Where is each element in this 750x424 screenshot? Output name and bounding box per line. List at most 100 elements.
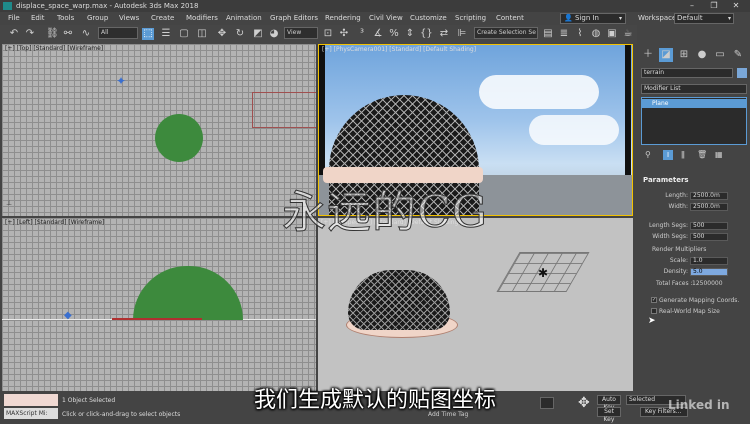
make-unique-icon[interactable]: ǁ	[681, 150, 685, 159]
selection-filter-value: All	[101, 29, 109, 36]
hierarchy-tab-icon[interactable]: ⊞	[677, 48, 691, 62]
menu-rendering[interactable]: Rendering	[325, 12, 361, 25]
chevron-down-icon: ▾	[618, 15, 622, 22]
configure-sets-icon[interactable]: ▦	[715, 150, 723, 159]
reference-coord-dropdown[interactable]: View	[284, 27, 318, 39]
remove-modifier-icon[interactable]: 🗑	[697, 150, 707, 159]
menu-edit[interactable]: Edit	[31, 12, 45, 25]
select-by-name-icon[interactable]: ☰	[160, 28, 172, 40]
sign-in-label: Sign In	[575, 14, 599, 22]
width-spinner[interactable]: 2500.0m	[690, 203, 728, 211]
density-spinner[interactable]: 5.0	[690, 268, 728, 276]
menu-views[interactable]: Views	[119, 12, 139, 25]
curve-editor-icon[interactable]: ⌇	[574, 28, 586, 40]
motion-tab-icon[interactable]: ●	[695, 48, 709, 62]
object-name-field[interactable]: terrain	[641, 68, 733, 78]
snap-toggle-icon[interactable]: ³	[356, 28, 368, 40]
length-segs-spinner[interactable]: 500	[690, 222, 728, 230]
gen-mapping-label: Generate Mapping Coords.	[659, 297, 740, 304]
move-icon[interactable]: ✥	[216, 28, 228, 40]
modifier-list-dropdown[interactable]: Modifier List	[641, 84, 747, 94]
length-spinner[interactable]: 2500.0m	[690, 192, 728, 200]
align-icon[interactable]: ⊫	[456, 28, 468, 40]
real-world-checkbox[interactable]	[651, 308, 657, 314]
real-world-label: Real-World Map Size	[659, 308, 720, 315]
cloud-shape	[529, 115, 619, 145]
width-segs-label: Width Segs:	[652, 233, 688, 240]
rect-select-region-icon[interactable]: ▢	[178, 28, 190, 40]
menu-tools[interactable]: Tools	[57, 12, 74, 25]
modifier-stack: Plane	[641, 97, 747, 145]
link-icon[interactable]: ⛓	[46, 28, 59, 40]
toggle-scene-explorer-icon[interactable]: ▤	[542, 28, 554, 40]
bind-spacewarp-icon[interactable]: ∿	[80, 28, 92, 40]
viewport-perspective[interactable]: [+] [Perspective] [Standard] [Default Sh…	[318, 218, 633, 391]
viewport-label-left[interactable]: [+] [Left] [Standard] [Wireframe]	[5, 219, 104, 226]
menu-customize[interactable]: Customize	[410, 12, 447, 25]
material-editor-icon[interactable]: ◍	[590, 28, 602, 40]
chevron-down-icon: ▾	[727, 15, 731, 22]
menu-graph-editors[interactable]: Graph Editors	[270, 12, 318, 25]
pivot-icon[interactable]: ⊡	[322, 28, 334, 40]
selection-set-dropdown[interactable]: Create Selection Se	[474, 27, 538, 39]
select-object-icon[interactable]: ⬚	[142, 28, 154, 40]
menu-modifiers[interactable]: Modifiers	[186, 12, 218, 25]
viewport-label-top[interactable]: [+] [Top] [Standard] [Wireframe]	[5, 45, 103, 52]
light-icon: ✦	[116, 74, 127, 88]
show-end-result-icon[interactable]: Ⅰ	[663, 150, 673, 160]
video-subtitle: 我们生成默认的贴图坐标	[253, 388, 496, 413]
scale-icon[interactable]: ◩	[252, 28, 264, 40]
render-icon[interactable]: ☕	[622, 28, 634, 40]
unlink-icon[interactable]: ⚯	[62, 28, 74, 40]
selection-set-value: Create Selection Se	[477, 29, 536, 36]
display-tab-icon[interactable]: ▭	[713, 48, 727, 62]
minimize-button[interactable]: –	[682, 0, 702, 12]
menu-animation[interactable]: Animation	[226, 12, 262, 25]
pin-stack-icon[interactable]: ⚲	[645, 150, 651, 159]
camera-icon: ◆	[64, 310, 72, 321]
menu-group[interactable]: Group	[87, 12, 108, 25]
parameters-rollout-title[interactable]: Parameters	[643, 176, 689, 184]
stack-item-plane[interactable]: Plane	[642, 99, 746, 108]
layer-explorer-icon[interactable]: ≣	[558, 28, 570, 40]
watermark-text: 永远的CG	[282, 187, 488, 239]
menu-file[interactable]: File	[8, 12, 20, 25]
edit-named-sets-icon[interactable]: {}	[420, 28, 433, 40]
mouse-cursor-icon: ➤	[648, 316, 656, 326]
menu-create[interactable]: Create	[151, 12, 174, 25]
restore-button[interactable]: ❐	[704, 0, 724, 12]
scale-spinner[interactable]: 1.0	[690, 257, 728, 265]
close-button[interactable]: ✕	[726, 0, 746, 12]
viewport-left[interactable]: [+] [Left] [Standard] [Wireframe] ◆	[2, 218, 316, 391]
percent-snap-icon[interactable]: %	[388, 28, 400, 40]
modify-tab-icon[interactable]: ◪	[659, 48, 673, 62]
redo-icon[interactable]: ↷	[24, 28, 36, 40]
selection-filter-dropdown[interactable]: All	[98, 27, 138, 39]
create-tab-icon[interactable]: ＋	[641, 48, 655, 62]
rotate-icon[interactable]: ↻	[234, 28, 246, 40]
sign-in-dropdown[interactable]: 👤 Sign In ▾	[560, 13, 626, 24]
object-color-swatch[interactable]	[737, 68, 747, 78]
select-manipulate-icon[interactable]: ✣	[338, 28, 350, 40]
undo-icon[interactable]: ↶	[8, 28, 20, 40]
width-segs-spinner[interactable]: 500	[690, 233, 728, 241]
window-title: displace_space_warp.max - Autodesk 3ds M…	[16, 2, 199, 10]
gen-mapping-checkbox[interactable]: ✓	[651, 297, 657, 303]
sphere-top-view	[155, 114, 203, 162]
menu-scripting[interactable]: Scripting	[455, 12, 486, 25]
object-name-value: terrain	[644, 69, 665, 76]
reference-coord-value: View	[287, 29, 302, 36]
render-setup-icon[interactable]: ▣	[606, 28, 618, 40]
angle-snap-icon[interactable]: ∡	[372, 28, 384, 40]
length-segs-label: Length Segs:	[648, 222, 688, 229]
place-icon[interactable]: ◕	[268, 28, 280, 40]
viewport-label-camera[interactable]: [+] [PhysCamera001] [Standard] [Default …	[322, 46, 476, 53]
window-crossing-icon[interactable]: ◫	[196, 28, 208, 40]
total-faces-label: Total Faces :	[656, 280, 693, 287]
menu-civil-view[interactable]: Civil View	[369, 12, 403, 25]
workspace-dropdown[interactable]: Default ▾	[674, 13, 734, 24]
mirror-icon[interactable]: ⇄	[438, 28, 450, 40]
menu-content[interactable]: Content	[496, 12, 524, 25]
spinner-snap-icon[interactable]: ⇕	[404, 28, 416, 40]
utilities-tab-icon[interactable]: ✎	[731, 48, 745, 62]
